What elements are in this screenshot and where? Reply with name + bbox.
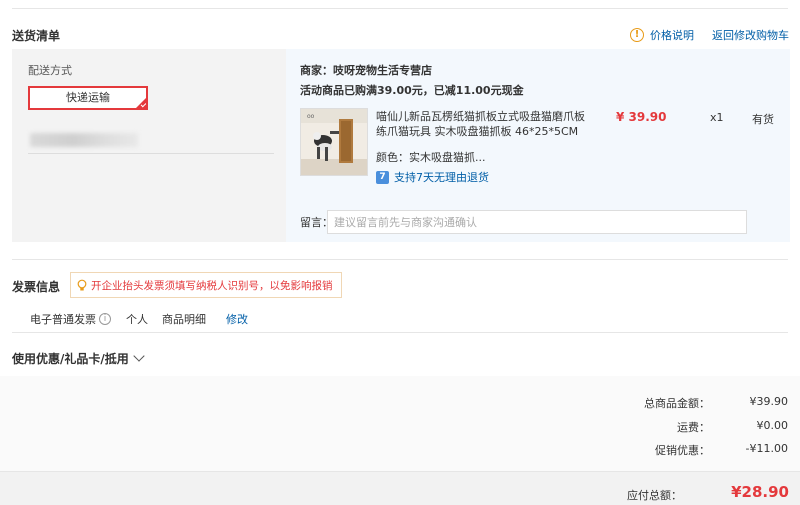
price-help-label: 价格说明 bbox=[650, 29, 694, 42]
summary-discount-row: 促销优惠： -¥11.00 bbox=[610, 442, 788, 458]
promo-text: 活动商品已购满39.00元，已减11.00元现金 bbox=[300, 84, 524, 97]
discount-value: -¥11.00 bbox=[745, 442, 788, 455]
summary-goods-row: 总商品金额： ¥39.90 bbox=[610, 395, 788, 411]
divider-coupon bbox=[12, 332, 788, 333]
svg-text:oo: oo bbox=[307, 113, 315, 120]
coupon-label: 使用优惠/礼品卡/抵用 bbox=[12, 352, 129, 366]
amount-payable-label: 应付总额： bbox=[627, 489, 682, 502]
return-policy[interactable]: 7 支持7天无理由退货 bbox=[376, 169, 489, 185]
goods-total-label: 总商品金额： bbox=[644, 397, 710, 410]
product-price: ¥ 39.90 bbox=[616, 110, 667, 124]
summary-freight-row: 运费： ¥0.00 bbox=[610, 419, 788, 435]
freight-value: ¥0.00 bbox=[756, 419, 789, 432]
goods-total-value: ¥39.90 bbox=[749, 395, 789, 408]
shop-panel: 商家：吱呀宠物生活专营店 活动商品已购满39.00元，已减11.00元现金 oo… bbox=[286, 49, 790, 242]
shipping-divider bbox=[28, 153, 274, 154]
seven-day-return-icon: 7 bbox=[376, 170, 389, 184]
remark-input[interactable] bbox=[327, 210, 747, 234]
shop-name: 商家：吱呀宠物生活专营店 bbox=[300, 64, 432, 77]
stock-status: 有货 bbox=[752, 113, 774, 126]
invoice-tip-text: 开企业抬头发票须填写纳税人识别号，以免影响报销 bbox=[91, 279, 333, 292]
invoice-details: 电子普通发票 i 个人 商品明细 修改 bbox=[30, 311, 248, 327]
blurred-address bbox=[30, 133, 138, 147]
invoice-content: 商品明细 bbox=[162, 313, 206, 326]
back-to-cart-link[interactable]: 返回修改购物车 bbox=[712, 27, 789, 43]
return-policy-label: 支持7天无理由退货 bbox=[394, 171, 489, 184]
discount-label: 促销优惠： bbox=[655, 444, 710, 457]
invoice-holder: 个人 bbox=[126, 313, 148, 326]
chevron-down-icon bbox=[133, 350, 145, 362]
product-name-link[interactable]: 喵仙儿新品瓦楞纸猫抓板立式吸盘猫磨爪板练爪猫玩具 实木吸盘猫抓板 46*25*5… bbox=[376, 109, 586, 139]
order-summary: 总商品金额： ¥39.90 运费： ¥0.00 促销优惠： -¥11.00 bbox=[0, 376, 800, 471]
product-thumbnail[interactable]: oo bbox=[300, 108, 368, 176]
info-icon[interactable]: i bbox=[99, 313, 111, 325]
top-divider bbox=[12, 8, 788, 9]
lightbulb-icon bbox=[77, 279, 87, 290]
payment-bar: 应付总额： ¥28.90 bbox=[0, 471, 800, 505]
shipping-method-label: 快递运输 bbox=[66, 91, 110, 104]
order-box: 配送方式 快递运输 商家：吱呀宠物生活专营店 活动商品已购满39.00元，已减1… bbox=[12, 49, 790, 242]
amount-payable-value: ¥28.90 bbox=[731, 483, 789, 501]
invoice-tip: 开企业抬头发票须填写纳税人识别号，以免影响报销 bbox=[70, 272, 342, 298]
product-spec: 颜色：实木吸盘猫抓... bbox=[376, 151, 486, 164]
invoice-modify-link[interactable]: 修改 bbox=[226, 311, 248, 327]
invoice-title: 发票信息 bbox=[12, 280, 61, 294]
shipping-method-button[interactable]: 快递运输 bbox=[28, 86, 148, 110]
cat-scratcher-image: oo bbox=[301, 109, 367, 175]
coupon-toggle[interactable]: 使用优惠/礼品卡/抵用 bbox=[12, 350, 145, 367]
freight-label: 运费： bbox=[677, 421, 710, 434]
divider-invoice bbox=[12, 259, 788, 260]
selected-check-icon bbox=[136, 98, 146, 108]
section-title-delivery: 送货清单 bbox=[12, 29, 61, 43]
invoice-type: 电子普通发票 bbox=[30, 313, 96, 326]
product-quantity: x1 bbox=[710, 111, 724, 124]
shipping-label: 配送方式 bbox=[28, 64, 72, 77]
warning-icon: ! bbox=[630, 28, 644, 42]
price-help-link[interactable]: ! 价格说明 bbox=[630, 27, 694, 43]
